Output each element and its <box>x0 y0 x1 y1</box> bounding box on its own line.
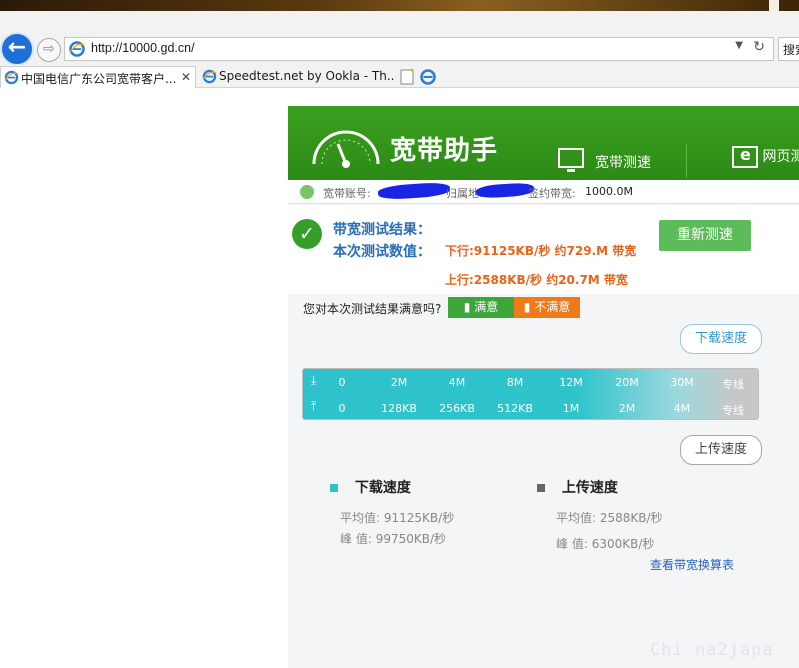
upload-icon: ⤒ <box>311 399 317 413</box>
tab-telecom[interactable]: 中国电信广东公司宽带客户... ✕ <box>0 66 196 88</box>
broadband-assistant-panel: 宽带助手 宽带测速 网页测 宽带账号: 归属地: 签约带宽: 1000.0M ✓… <box>288 106 799 668</box>
download-tick: 2M <box>390 376 408 389</box>
watermark: Chi na2japa <box>650 640 774 660</box>
upload-tick: 4M <box>673 402 691 415</box>
browser-icon <box>732 145 758 168</box>
upload-legend-title: 上传速度 <box>561 480 618 496</box>
ie-icon <box>69 41 85 57</box>
back-button[interactable]: ← <box>0 32 34 66</box>
close-icon[interactable]: ✕ <box>181 70 191 84</box>
nav-webpage[interactable]: 网页测 <box>732 145 799 168</box>
upload-average-label: 平均值: <box>556 511 597 525</box>
upload-tick: 0 <box>338 402 346 415</box>
refresh-icon[interactable]: ↻ <box>753 39 765 55</box>
thumbs-down-icon: ▮ <box>523 300 531 314</box>
tab-label: 中国电信广东公司宽带客户... <box>21 72 177 86</box>
forward-button[interactable]: ⇨ <box>37 38 61 62</box>
redaction-mark <box>377 181 451 201</box>
satisfied-button[interactable]: ▮ 满意 <box>448 297 514 318</box>
download-legend: 下载速度 <box>330 477 411 497</box>
result-heading: 带宽测试结果： <box>333 222 431 238</box>
ie-icon <box>202 69 217 84</box>
window-top-strip <box>0 0 799 11</box>
unsatisfied-label: 不满意 <box>534 300 571 314</box>
download-peak-label: 峰 值: <box>340 532 372 546</box>
satisfaction-question: 您对本次测试结果满意吗? <box>303 302 442 316</box>
chevron-down-icon[interactable]: ▼ <box>735 40 743 51</box>
download-tick: 30M <box>670 376 694 389</box>
tab-speedtest[interactable]: Speedtest.net by Ookla - Th... <box>199 66 395 88</box>
speed-scale: ⤓ 0 2M 4M 8M 12M 20M 30M 专线 ⤒ 0 128KB 25… <box>302 368 759 420</box>
plan-label: 签约带宽: <box>528 187 576 200</box>
redaction-mark <box>475 181 535 200</box>
tab-label: Speedtest.net by Ookla - Th... <box>219 69 395 83</box>
tab-bar: 中国电信广东公司宽带客户... ✕ Speedtest.net by Ookla… <box>0 66 799 88</box>
download-peak-value: 99750KB/秒 <box>375 532 447 546</box>
thumbs-up-icon: ▮ <box>463 300 471 314</box>
upload-color-swatch <box>537 484 545 492</box>
nav-speedtest-label: 宽带测速 <box>595 155 651 171</box>
ie-icon <box>4 70 19 85</box>
download-tick: 12M <box>559 376 583 389</box>
upload-tick: 1M <box>562 402 580 415</box>
upload-scale-row: ⤒ 0 128KB 256KB 512KB 1M 2M 4M 专线 <box>303 400 760 420</box>
ie-icon[interactable] <box>419 68 437 86</box>
search-input[interactable]: 搜索 <box>778 37 799 61</box>
account-info-bar: 宽带账号: 归属地: 签约带宽: 1000.0M <box>288 180 799 204</box>
upload-peak-value: 6300KB/秒 <box>591 537 655 551</box>
satisfied-label: 满意 <box>474 300 499 314</box>
download-average-value: 91125KB/秒 <box>383 511 455 525</box>
download-speed-bubble: 下载速度 <box>680 324 762 354</box>
retest-button[interactable]: 重新测速 <box>659 220 751 251</box>
download-icon: ⤓ <box>311 373 317 387</box>
user-icon <box>300 185 314 199</box>
upload-legend: 上传速度 <box>537 477 618 497</box>
upload-peak: 峰 值: 6300KB/秒 <box>556 535 654 552</box>
monitor-icon <box>558 148 584 172</box>
url-text[interactable]: http://10000.gd.cn/ <box>91 41 195 55</box>
upload-average-value: 2588KB/秒 <box>599 511 663 525</box>
download-scale-row: ⤓ 0 2M 4M 8M 12M 20M 30M 专线 <box>303 374 760 394</box>
result-box: ✓ 带宽测试结果： 本次测试数值： 下行:91125KB/秒 约729.M 带宽… <box>288 205 799 294</box>
upload-tick: 专线 <box>722 404 744 417</box>
account-label: 宽带账号: <box>323 187 371 200</box>
unsatisfied-button[interactable]: ▮ 不满意 <box>514 297 580 318</box>
download-legend-title: 下载速度 <box>354 480 411 496</box>
plan-value: 1000.0M <box>585 185 633 198</box>
download-average-label: 平均值: <box>340 511 381 525</box>
upload-tick: 512KB <box>497 402 533 415</box>
bandwidth-conversion-link[interactable]: 查看带宽换算表 <box>650 556 734 573</box>
download-result: 下行:91125KB/秒 约729.M 带宽 <box>445 244 637 258</box>
app-title: 宽带助手 <box>390 136 499 166</box>
speedometer-icon <box>312 130 380 168</box>
result-values-label: 本次测试数值： <box>333 244 431 260</box>
new-tab-icon[interactable] <box>399 68 417 86</box>
address-bar[interactable]: http://10000.gd.cn/ ▼ ↻ <box>64 37 774 61</box>
download-color-swatch <box>330 484 338 492</box>
app-header: 宽带助手 宽带测速 网页测 <box>288 106 799 180</box>
upload-result: 上行:2588KB/秒 约20.7M 带宽 <box>445 273 628 287</box>
upload-average: 平均值: 2588KB/秒 <box>556 509 663 526</box>
upload-speed-bubble: 上传速度 <box>680 435 762 465</box>
upload-tick: 2M <box>618 402 636 415</box>
download-average: 平均值: 91125KB/秒 <box>340 509 454 526</box>
download-peak: 峰 值: 99750KB/秒 <box>340 530 446 547</box>
check-icon: ✓ <box>292 219 322 249</box>
nav-divider <box>686 144 687 178</box>
upload-tick: 128KB <box>381 402 417 415</box>
nav-webpage-label: 网页测 <box>762 149 799 165</box>
upload-peak-label: 峰 值: <box>556 537 588 551</box>
download-tick: 4M <box>448 376 466 389</box>
download-tick: 8M <box>506 376 524 389</box>
download-tick: 20M <box>615 376 639 389</box>
upload-tick: 256KB <box>439 402 475 415</box>
download-tick: 0 <box>338 376 346 389</box>
download-tick: 专线 <box>722 378 744 391</box>
